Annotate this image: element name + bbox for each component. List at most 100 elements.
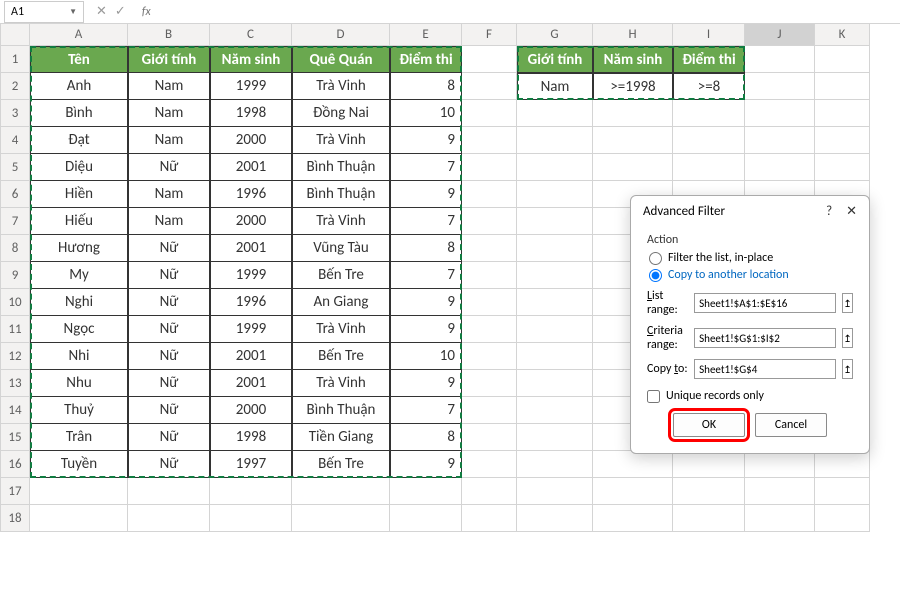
radio-copy-location[interactable]: Copy to another location: [649, 268, 853, 282]
cell-D6[interactable]: Bình Thuận: [292, 181, 390, 208]
cell-G1[interactable]: Giới tính: [517, 46, 593, 73]
cell-K1[interactable]: [815, 46, 870, 73]
cell-J16[interactable]: [745, 451, 815, 478]
cell-F18[interactable]: [462, 505, 517, 532]
cell-F10[interactable]: [462, 289, 517, 316]
cell-B5[interactable]: Nữ: [128, 154, 210, 181]
cell-I4[interactable]: [673, 127, 745, 154]
cell-F11[interactable]: [462, 316, 517, 343]
cell-H2[interactable]: >=1998: [593, 73, 673, 100]
cell-G14[interactable]: [517, 397, 593, 424]
cell-F17[interactable]: [462, 478, 517, 505]
row-header[interactable]: 12: [0, 343, 30, 370]
cell-A13[interactable]: Nhu: [30, 370, 128, 397]
cell-H4[interactable]: [593, 127, 673, 154]
cell-E16[interactable]: 9: [390, 451, 462, 478]
cell-C9[interactable]: 1999: [210, 262, 292, 289]
cell-K2[interactable]: [815, 73, 870, 100]
cell-H16[interactable]: [593, 451, 673, 478]
cell-A8[interactable]: Hương: [30, 235, 128, 262]
cell-G2[interactable]: Nam: [517, 73, 593, 100]
cell-E13[interactable]: 9: [390, 370, 462, 397]
cell-E12[interactable]: 10: [390, 343, 462, 370]
cell-F16[interactable]: [462, 451, 517, 478]
cell-G6[interactable]: [517, 181, 593, 208]
col-header-J[interactable]: J: [745, 24, 815, 46]
cell-E6[interactable]: 9: [390, 181, 462, 208]
cell-G4[interactable]: [517, 127, 593, 154]
select-all-corner[interactable]: [0, 24, 30, 46]
cell-G11[interactable]: [517, 316, 593, 343]
cell-B15[interactable]: Nữ: [128, 424, 210, 451]
cell-F3[interactable]: [462, 100, 517, 127]
row-header[interactable]: 10: [0, 289, 30, 316]
cell-C8[interactable]: 2001: [210, 235, 292, 262]
cell-G7[interactable]: [517, 208, 593, 235]
cell-F2[interactable]: [462, 73, 517, 100]
cell-D16[interactable]: Bến Tre: [292, 451, 390, 478]
cell-B4[interactable]: Nam: [128, 127, 210, 154]
row-header[interactable]: 14: [0, 397, 30, 424]
cell-E2[interactable]: 8: [390, 73, 462, 100]
cell-D18[interactable]: [292, 505, 390, 532]
row-header[interactable]: 2: [0, 73, 30, 100]
cell-G8[interactable]: [517, 235, 593, 262]
cell-B16[interactable]: Nữ: [128, 451, 210, 478]
cell-A7[interactable]: Hiếu: [30, 208, 128, 235]
cell-B8[interactable]: Nữ: [128, 235, 210, 262]
cell-A11[interactable]: Ngọc: [30, 316, 128, 343]
row-header[interactable]: 1: [0, 46, 30, 73]
cell-K3[interactable]: [815, 100, 870, 127]
cell-E17[interactable]: [390, 478, 462, 505]
copy-to-picker-icon[interactable]: ↥: [842, 359, 853, 379]
cell-B6[interactable]: Nam: [128, 181, 210, 208]
cell-C14[interactable]: 2000: [210, 397, 292, 424]
cell-D14[interactable]: Bình Thuận: [292, 397, 390, 424]
cell-G9[interactable]: [517, 262, 593, 289]
cell-H18[interactable]: [593, 505, 673, 532]
cell-E11[interactable]: 9: [390, 316, 462, 343]
cell-E4[interactable]: 9: [390, 127, 462, 154]
radio-copy-input[interactable]: [649, 269, 662, 282]
cell-F7[interactable]: [462, 208, 517, 235]
cell-D4[interactable]: Trà Vinh: [292, 127, 390, 154]
row-header[interactable]: 18: [0, 505, 30, 532]
cell-C7[interactable]: 2000: [210, 208, 292, 235]
cell-B1[interactable]: Giới tính: [128, 46, 210, 73]
cell-C5[interactable]: 2001: [210, 154, 292, 181]
row-header[interactable]: 11: [0, 316, 30, 343]
cell-B11[interactable]: Nữ: [128, 316, 210, 343]
cell-B14[interactable]: Nữ: [128, 397, 210, 424]
col-header-I[interactable]: I: [673, 24, 745, 46]
chevron-down-icon[interactable]: ▼: [69, 7, 77, 17]
cell-C15[interactable]: 1998: [210, 424, 292, 451]
cell-A6[interactable]: Hiền: [30, 181, 128, 208]
cell-B7[interactable]: Nam: [128, 208, 210, 235]
cell-C3[interactable]: 1998: [210, 100, 292, 127]
cell-A17[interactable]: [30, 478, 128, 505]
col-header-A[interactable]: A: [30, 24, 128, 46]
cell-F4[interactable]: [462, 127, 517, 154]
cell-H3[interactable]: [593, 100, 673, 127]
cell-G16[interactable]: [517, 451, 593, 478]
cell-E15[interactable]: 8: [390, 424, 462, 451]
cell-E9[interactable]: 7: [390, 262, 462, 289]
cell-G12[interactable]: [517, 343, 593, 370]
enter-icon[interactable]: ✓: [115, 4, 126, 19]
cell-A10[interactable]: Nghi: [30, 289, 128, 316]
col-header-F[interactable]: F: [462, 24, 517, 46]
cell-B3[interactable]: Nam: [128, 100, 210, 127]
cell-K5[interactable]: [815, 154, 870, 181]
cell-B2[interactable]: Nam: [128, 73, 210, 100]
radio-filter-in-place[interactable]: Filter the list, in-place: [649, 251, 853, 265]
cell-C18[interactable]: [210, 505, 292, 532]
col-header-G[interactable]: G: [517, 24, 593, 46]
cell-B13[interactable]: Nữ: [128, 370, 210, 397]
row-header[interactable]: 4: [0, 127, 30, 154]
cell-J1[interactable]: [745, 46, 815, 73]
cell-A2[interactable]: Anh: [30, 73, 128, 100]
cancel-button[interactable]: Cancel: [755, 413, 827, 437]
cell-F14[interactable]: [462, 397, 517, 424]
col-header-K[interactable]: K: [815, 24, 870, 46]
cell-J17[interactable]: [745, 478, 815, 505]
